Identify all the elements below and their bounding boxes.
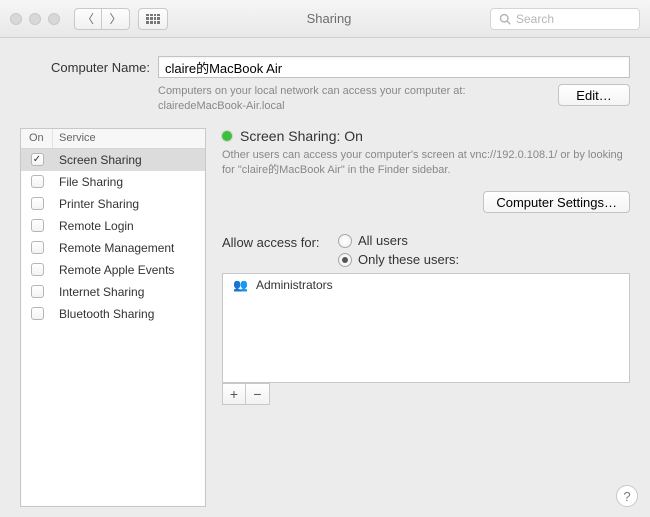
services-list: On Service ✓ Screen Sharing File Sharing Pr… — [20, 128, 206, 507]
local-hostname-note: Computers on your local network can acce… — [158, 84, 558, 114]
radio-all-users[interactable]: All users — [338, 233, 630, 248]
radio-all-users-label: All users — [358, 233, 408, 248]
checkbox[interactable]: ✓ — [31, 153, 44, 166]
service-label: Printer Sharing — [53, 197, 205, 211]
show-all-button[interactable] — [138, 8, 168, 30]
service-row[interactable]: Internet Sharing — [21, 281, 205, 303]
help-button[interactable]: ? — [616, 485, 638, 507]
user-label: Administrators — [256, 278, 333, 292]
service-label: Bluetooth Sharing — [53, 307, 205, 321]
checkbox[interactable] — [31, 263, 44, 276]
radio-only-these-users[interactable]: Only these users: — [338, 252, 630, 267]
back-button[interactable]: 〈 — [74, 8, 102, 30]
remove-user-button[interactable]: − — [246, 383, 270, 405]
service-row[interactable]: ✓ Screen Sharing — [21, 149, 205, 171]
column-header-on[interactable]: On — [21, 129, 53, 148]
checkbox[interactable] — [31, 197, 44, 210]
radio-only-these-users-label: Only these users: — [358, 252, 459, 267]
minimize-icon[interactable] — [29, 13, 41, 25]
search-input[interactable]: Search — [490, 8, 640, 30]
radio-icon — [338, 234, 352, 248]
service-label: File Sharing — [53, 175, 205, 189]
users-icon: 👥 — [233, 278, 248, 292]
service-row[interactable]: Remote Management — [21, 237, 205, 259]
add-user-button[interactable]: + — [222, 383, 246, 405]
forward-button[interactable]: 〉 — [102, 8, 130, 30]
service-description: Other users can access your computer's s… — [222, 148, 630, 178]
column-header-service[interactable]: Service — [53, 129, 205, 148]
search-placeholder: Search — [516, 12, 554, 26]
zoom-icon[interactable] — [48, 13, 60, 25]
search-icon — [499, 13, 511, 25]
service-row[interactable]: File Sharing — [21, 171, 205, 193]
service-label: Screen Sharing — [53, 153, 205, 167]
close-icon[interactable] — [10, 13, 22, 25]
service-label: Remote Login — [53, 219, 205, 233]
service-row[interactable]: Printer Sharing — [21, 193, 205, 215]
service-label: Remote Apple Events — [53, 263, 205, 277]
radio-icon — [338, 253, 352, 267]
checkbox[interactable] — [31, 219, 44, 232]
allowed-users-list[interactable]: 👥 Administrators — [222, 273, 630, 383]
computer-name-input[interactable] — [158, 56, 630, 78]
service-status-label: Screen Sharing: On — [240, 128, 363, 144]
checkbox[interactable] — [31, 241, 44, 254]
window-title: Sharing — [176, 11, 482, 26]
window-controls[interactable] — [10, 13, 60, 25]
service-row[interactable]: Remote Apple Events — [21, 259, 205, 281]
checkbox[interactable] — [31, 175, 44, 188]
status-dot-icon — [222, 131, 232, 141]
edit-button[interactable]: Edit… — [558, 84, 630, 106]
checkbox[interactable] — [31, 285, 44, 298]
service-label: Internet Sharing — [53, 285, 205, 299]
computer-settings-button[interactable]: Computer Settings… — [483, 191, 630, 213]
service-row[interactable]: Bluetooth Sharing — [21, 303, 205, 325]
checkbox[interactable] — [31, 307, 44, 320]
service-label: Remote Management — [53, 241, 205, 255]
grid-icon — [146, 14, 160, 24]
chevron-right-icon: 〉 — [109, 10, 121, 27]
user-row[interactable]: 👥 Administrators — [223, 274, 629, 296]
computer-name-label: Computer Name: — [20, 60, 150, 75]
service-row[interactable]: Remote Login — [21, 215, 205, 237]
chevron-left-icon: 〈 — [82, 10, 94, 27]
